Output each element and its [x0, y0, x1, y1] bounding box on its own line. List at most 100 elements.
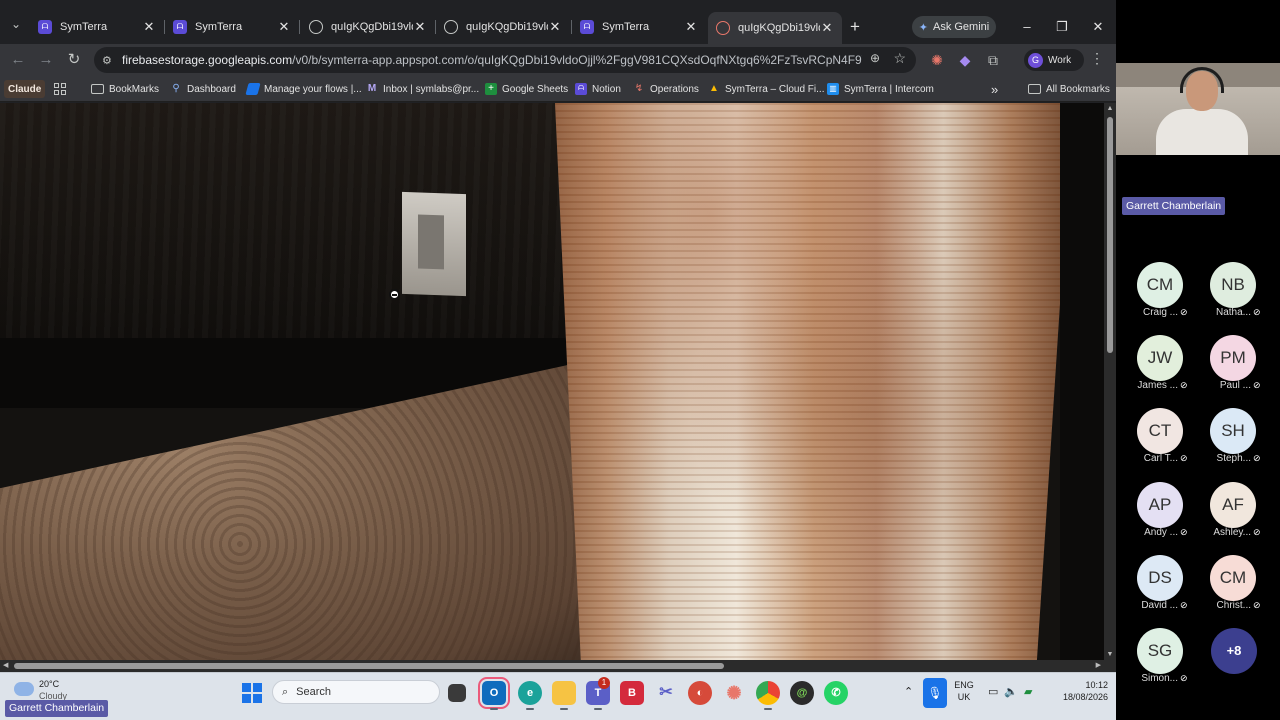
bookmark-google-sheets[interactable]: + Google Sheets	[485, 80, 568, 98]
new-tab-button[interactable]: +	[846, 18, 864, 36]
extensions-puzzle-icon[interactable]: ⧉	[984, 51, 1002, 69]
more-menu-icon[interactable]: ⋮	[1090, 50, 1104, 67]
tab-label: quIgKQgDbi19vldo	[738, 22, 820, 34]
app-spiral-icon[interactable]: @	[790, 681, 814, 705]
language-indicator[interactable]: ENG UK	[952, 679, 976, 703]
bookmark-label: Dashboard	[187, 83, 236, 95]
volume-icon[interactable]: 🔈	[1004, 685, 1018, 698]
ask-gemini-button[interactable]: ✦ Ask Gemini	[912, 16, 996, 38]
gemini-spark-icon: ✦	[918, 21, 928, 34]
tab[interactable]: ᗩ SymTerra ✕	[30, 14, 164, 40]
participant-tile[interactable]: PM Paul ... ⊘	[1189, 335, 1265, 399]
minimize-button[interactable]: –	[1016, 16, 1038, 38]
power-automate-icon	[245, 83, 261, 95]
participant-tile[interactable]: CT Carl T... ⊘	[1116, 408, 1192, 472]
participant-tile[interactable]: AF Ashley... ⊘	[1189, 481, 1265, 546]
claude-app-icon[interactable]: ✺	[722, 681, 746, 705]
snipping-tool-icon[interactable]: ✂	[654, 681, 678, 705]
participant-tile[interactable]: JW James ... ⊘	[1116, 335, 1192, 399]
time: 10:12	[1085, 680, 1108, 690]
globe-icon	[444, 20, 458, 34]
claude-extension-icon[interactable]: ✺	[928, 51, 946, 69]
edge-icon[interactable]: e	[518, 681, 542, 710]
bookmark-operations[interactable]: ↯ Operations	[633, 80, 699, 98]
profile-button[interactable]: G Work	[1024, 49, 1084, 71]
battery-icon[interactable]: ▰	[1024, 685, 1032, 698]
weather-widget[interactable]: 20°C Cloudy	[14, 678, 67, 702]
avatar: SH	[1210, 408, 1256, 455]
forward-button[interactable]: →	[36, 50, 56, 70]
participant-tile[interactable]: SG Simon... ⊘	[1116, 628, 1192, 692]
zoom-icon[interactable]: ⊕	[870, 51, 880, 65]
bookmark-folder-bookmarks[interactable]: BookMarks	[91, 80, 159, 98]
ask-gemini-label: Ask Gemini	[932, 21, 990, 33]
microphone-icon[interactable]: 🎙	[923, 678, 947, 708]
windows-start-icon[interactable]	[242, 683, 262, 703]
tab[interactable]: quIgKQgDbi19vldo ✕	[301, 14, 435, 40]
url-text: firebasestorage.googleapis.com/v0/b/symt…	[122, 53, 862, 67]
clock[interactable]: 10:12 18/08/2026	[1048, 679, 1108, 703]
url-path: /v0/b/symterra-app.appspot.com/o/quIgKQg…	[292, 53, 862, 67]
bookmarks-overflow-button[interactable]: »	[991, 80, 998, 98]
bookmark-dashboard[interactable]: ⚲ Dashboard	[170, 80, 236, 98]
bookmark-notion[interactable]: ᗩ Notion	[575, 80, 621, 98]
close-icon[interactable]: ✕	[548, 19, 562, 35]
participant-tile[interactable]: DS David ... ⊘	[1116, 554, 1192, 619]
apps-grid-icon[interactable]	[54, 80, 66, 98]
app-b-icon[interactable]: B	[620, 681, 644, 705]
participant-name: Christ...	[1216, 599, 1251, 611]
taskbar-search[interactable]: ⌕ Search	[272, 680, 440, 704]
close-icon[interactable]: ✕	[413, 19, 427, 35]
participant-name: Simon...	[1141, 673, 1178, 684]
site-info-icon[interactable]: ⚙	[102, 54, 118, 67]
tab[interactable]: quIgKQgDbi19vldo ✕	[436, 14, 570, 40]
close-icon[interactable]: ✕	[820, 20, 834, 36]
bookmark-star-icon[interactable]: ☆	[893, 50, 906, 67]
globe-icon	[716, 21, 730, 35]
tab-active[interactable]: quIgKQgDbi19vldo ✕	[708, 12, 842, 44]
avatar: AP	[1137, 481, 1183, 528]
date: 18/08/2026	[1062, 692, 1108, 702]
outlook-icon[interactable]: O	[478, 677, 510, 710]
participant-tile[interactable]: NB Natha... ⊘	[1189, 262, 1265, 326]
close-window-button[interactable]: ✕	[1087, 16, 1109, 38]
scrollbar-thumb[interactable]	[14, 663, 724, 669]
close-icon[interactable]: ✕	[277, 19, 291, 35]
whatsapp-icon[interactable]: ✆	[824, 681, 848, 705]
bookmark-symterra-cloud[interactable]: ▲ SymTerra – Cloud Fi...	[708, 80, 824, 98]
participant-tile[interactable]: CM Craig ... ⊘	[1116, 262, 1192, 326]
tab-search-icon[interactable]: ⌄	[6, 14, 26, 34]
url-host: firebasestorage.googleapis.com	[122, 53, 293, 67]
chrome-icon[interactable]	[756, 681, 780, 710]
network-icon[interactable]: ▭	[988, 685, 998, 698]
close-icon[interactable]: ✕	[684, 19, 698, 35]
restore-button[interactable]: ❐	[1051, 16, 1073, 38]
bookmark-inbox[interactable]: M Inbox | symlabs@pr...	[366, 80, 479, 98]
acrobat-icon[interactable]: ◐	[688, 681, 712, 705]
tab[interactable]: ᗩ SymTerra ✕	[165, 14, 299, 40]
close-icon[interactable]: ✕	[142, 19, 156, 35]
all-bookmarks[interactable]: All Bookmarks	[1028, 80, 1110, 98]
tab[interactable]: ᗩ SymTerra ✕	[572, 14, 706, 40]
bookmark-intercom[interactable]: ▥ SymTerra | Intercom	[827, 80, 934, 98]
task-view-icon[interactable]	[448, 684, 466, 702]
back-button[interactable]: ←	[8, 50, 28, 70]
taskbar: 20°C Cloudy ⌕ Search O e T 1 B ✂ ◐ ✺ @ ✆ …	[0, 672, 1116, 720]
scrollbar-thumb[interactable]	[1107, 117, 1113, 353]
horizontal-scrollbar[interactable]: ◀ ▶	[0, 660, 1104, 672]
bookmark-manage-flows[interactable]: Manage your flows |...	[245, 80, 362, 98]
photo-rusted-column	[555, 103, 1073, 660]
vertical-scrollbar[interactable]: ▲ ▼	[1104, 103, 1116, 660]
file-explorer-icon[interactable]	[552, 681, 576, 710]
reload-button[interactable]: ↻	[64, 50, 84, 70]
address-bar[interactable]: ⚙ firebasestorage.googleapis.com/v0/b/sy…	[94, 47, 916, 73]
participant-tile[interactable]: SH Steph... ⊘	[1189, 408, 1265, 472]
participant-tile[interactable]: AP Andy ... ⊘	[1116, 481, 1192, 546]
participant-name: Craig ...	[1142, 307, 1178, 318]
participant-tile[interactable]: CM Christ... ⊘	[1189, 554, 1265, 619]
bookmark-claude[interactable]: Claude	[4, 80, 46, 98]
chevron-up-icon[interactable]: ⌃	[904, 685, 913, 698]
extension-diamond-icon[interactable]: ◆	[956, 51, 974, 69]
more-participants-button[interactable]: +8	[1211, 628, 1257, 674]
cloud-icon	[14, 682, 34, 696]
